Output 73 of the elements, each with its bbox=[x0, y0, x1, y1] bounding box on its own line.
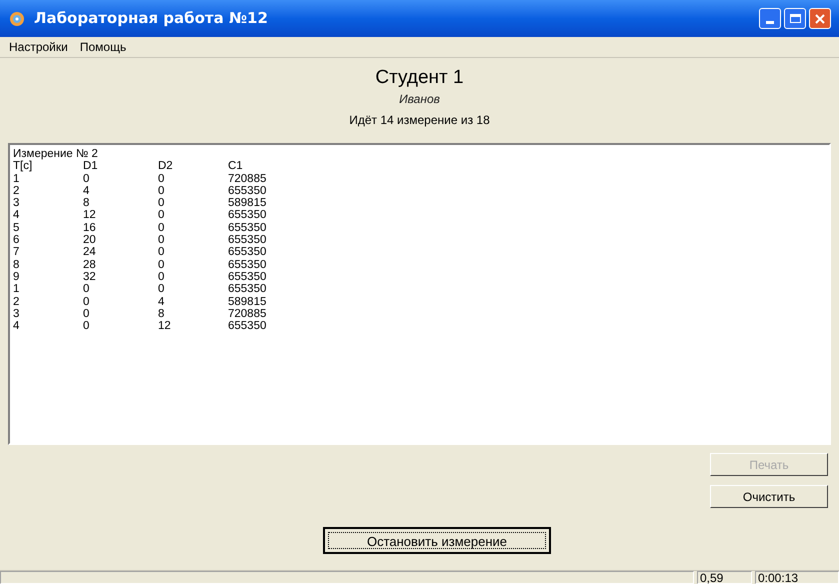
log-value: 0 bbox=[158, 246, 164, 258]
status-panel: 0:00:13 bbox=[755, 571, 839, 584]
log-value: 589815 bbox=[228, 296, 266, 308]
log-value: 0 bbox=[158, 283, 164, 296]
log-value: 0 bbox=[158, 222, 164, 234]
log-title: Измерение № 2 bbox=[13, 148, 98, 160]
column-header: T[c] bbox=[13, 160, 32, 172]
log-value: 0 bbox=[83, 283, 90, 296]
log-value: 6 bbox=[13, 234, 20, 246]
log-value: 8 bbox=[158, 308, 164, 320]
action-button[interactable]: Очистить bbox=[710, 485, 828, 508]
log-value: 655350 bbox=[228, 222, 266, 234]
log-value: 12 bbox=[158, 320, 171, 332]
log-value: 20 bbox=[83, 234, 96, 246]
log-value: 9 bbox=[13, 270, 20, 283]
log-value: 0 bbox=[158, 209, 164, 222]
app-icon bbox=[8, 10, 26, 28]
log-value: 720885 bbox=[228, 172, 266, 185]
log-value: 0 bbox=[83, 308, 90, 320]
log-value: 1 bbox=[13, 172, 20, 185]
column-header: D1 bbox=[83, 160, 98, 172]
maximize-button[interactable] bbox=[784, 8, 806, 29]
status-panel: 0,59 bbox=[697, 571, 752, 584]
log-value: 4 bbox=[13, 209, 20, 222]
log-value: 7 bbox=[13, 246, 20, 258]
log-value: 655350 bbox=[228, 283, 266, 296]
log-value: 2 bbox=[13, 184, 20, 197]
log-value: 655350 bbox=[228, 246, 266, 258]
log-value: 0 bbox=[158, 184, 164, 197]
log-value: 655350 bbox=[228, 320, 266, 332]
student-surname: Иванов bbox=[399, 91, 440, 108]
log-value: 0 bbox=[158, 197, 164, 210]
log-value: 16 bbox=[83, 222, 96, 234]
log-value: 4 bbox=[13, 320, 20, 332]
close-icon bbox=[815, 14, 825, 24]
log-value: 655350 bbox=[228, 209, 266, 222]
log-value: 24 bbox=[83, 246, 96, 258]
log-value: 2 bbox=[13, 296, 20, 308]
log-value: 28 bbox=[83, 258, 96, 271]
log-value: 655350 bbox=[228, 234, 266, 246]
log-value: 655350 bbox=[228, 270, 266, 283]
stop-button[interactable]: Остановить измерение bbox=[323, 527, 551, 554]
column-header: C1 bbox=[228, 160, 243, 172]
log-value: 0 bbox=[83, 296, 90, 308]
log-value: 0 bbox=[83, 172, 90, 185]
log-value: 0 bbox=[158, 172, 164, 185]
log-value: 720885 bbox=[228, 308, 266, 320]
menu-item[interactable]: Помощь bbox=[74, 38, 132, 56]
log-value: 1 bbox=[13, 283, 20, 296]
log-value: 0 bbox=[158, 258, 164, 271]
progress-text: Идёт 14 измерение из 18 bbox=[349, 112, 490, 129]
measurement-log[interactable] bbox=[8, 143, 831, 445]
student-title: Студент 1 bbox=[375, 66, 464, 90]
column-header: D2 bbox=[158, 160, 173, 172]
log-value: 12 bbox=[83, 209, 96, 222]
log-value: 32 bbox=[83, 270, 96, 283]
minimize-button[interactable] bbox=[759, 8, 781, 29]
log-value: 4 bbox=[83, 184, 90, 197]
window-title: Лабораторная работа №12 bbox=[34, 8, 269, 30]
log-value: 8 bbox=[83, 197, 90, 210]
log-value: 3 bbox=[13, 308, 20, 320]
log-value: 655350 bbox=[228, 258, 266, 271]
log-value: 0 bbox=[158, 270, 164, 283]
log-value: 4 bbox=[158, 296, 164, 308]
log-value: 8 bbox=[13, 258, 20, 271]
log-value: 5 bbox=[13, 222, 20, 234]
close-button[interactable] bbox=[809, 8, 831, 29]
log-value: 589815 bbox=[228, 197, 266, 210]
menu-item[interactable]: Настройки bbox=[4, 38, 73, 56]
log-value: 0 bbox=[158, 234, 164, 246]
log-value: 3 bbox=[13, 197, 20, 210]
log-value: 655350 bbox=[228, 184, 266, 197]
log-value: 0 bbox=[83, 320, 90, 332]
